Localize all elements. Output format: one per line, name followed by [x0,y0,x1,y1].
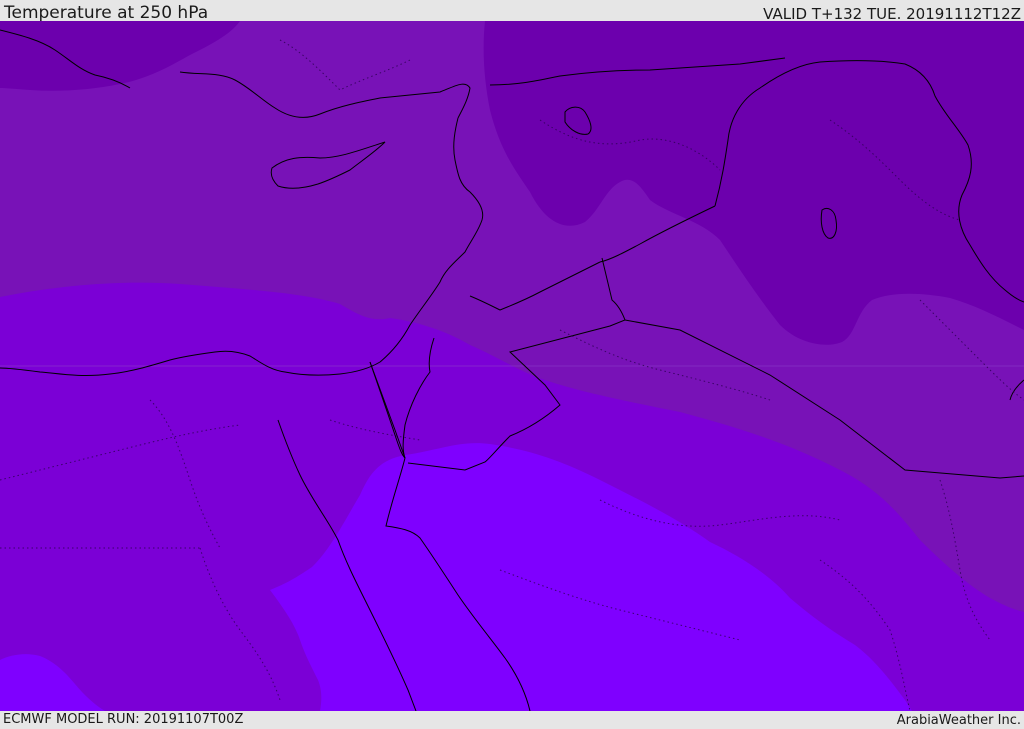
map-frame: Temperature at 250 hPa VALID T+132 TUE. … [0,0,1024,729]
credit-label: ArabiaWeather Inc. [896,713,1021,728]
model-run-label: ECMWF MODEL RUN: 20191107T00Z [3,712,244,727]
map-title: Temperature at 250 hPa [4,3,209,23]
temperature-map [0,21,1024,711]
footer-bar: ECMWF MODEL RUN: 20191107T00Z ArabiaWeat… [0,711,1024,729]
header-bar: Temperature at 250 hPa VALID T+132 TUE. … [0,0,1024,23]
